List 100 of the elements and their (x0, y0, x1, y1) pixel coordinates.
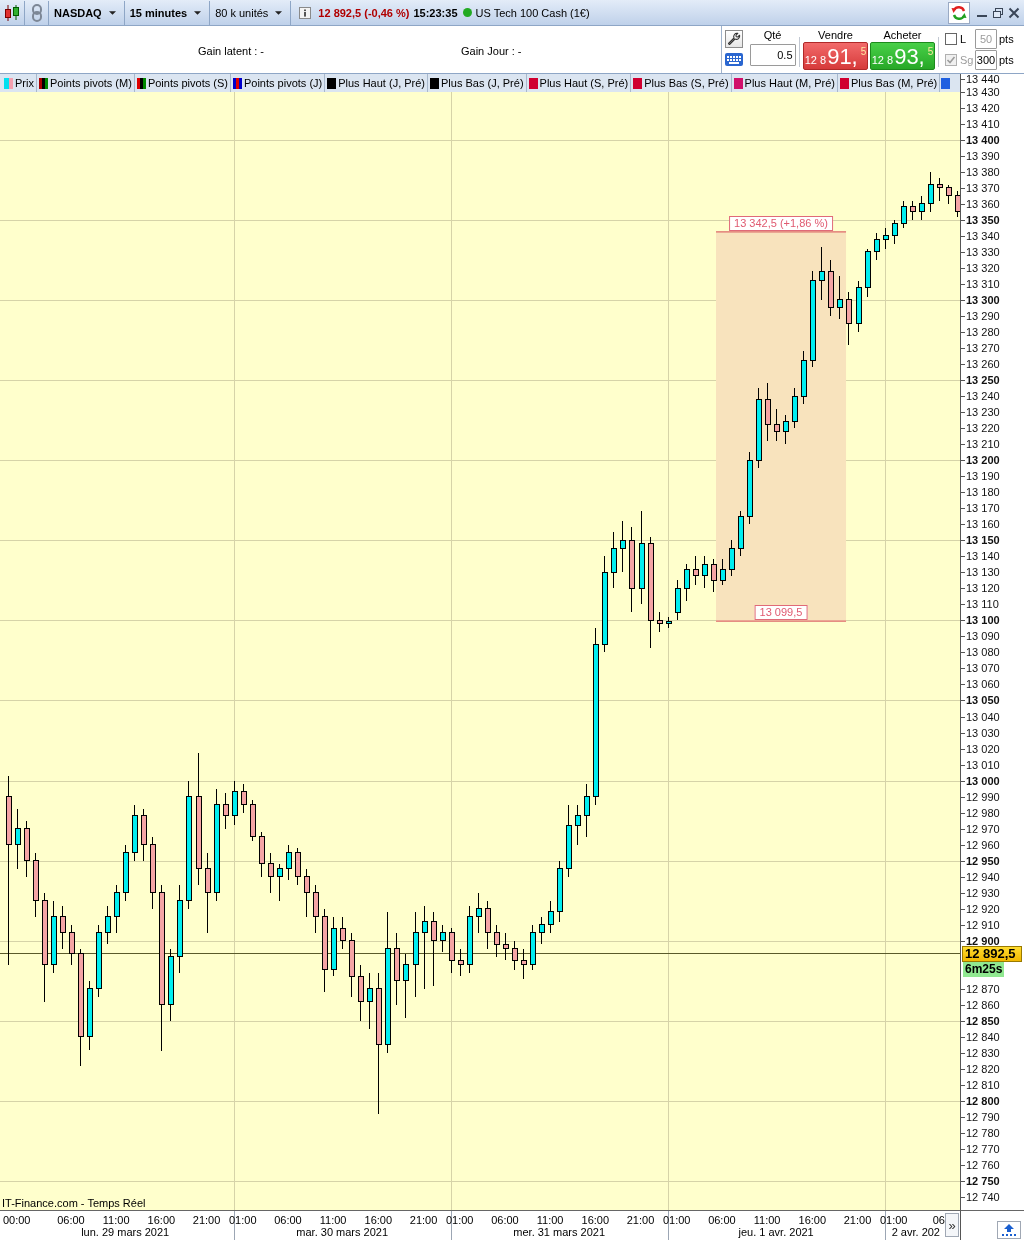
instrument-name: US Tech 100 Cash (1€) (475, 6, 590, 19)
axis-label: 13 240 (961, 391, 1000, 402)
axis-label: 13 030 (961, 727, 1000, 738)
candlestick (466, 905, 473, 974)
axis-label: 13 340 (961, 230, 1000, 241)
axis-label: 12 810 (961, 1080, 1000, 1090)
candlestick-chart-icon[interactable] (3, 3, 21, 22)
quantity-field[interactable]: 0.5 (749, 44, 796, 66)
legend-label[interactable]: Plus Bas (S, Pré) (644, 77, 729, 89)
candlestick (520, 948, 527, 980)
legend-label[interactable]: Plus Haut (J, Pré) (338, 77, 426, 89)
distance-field[interactable]: 300 (975, 50, 997, 70)
exchange-dropdown[interactable]: NASDAQ (52, 0, 121, 25)
axis-label: 12 940 (961, 871, 1000, 882)
settings-button[interactable] (725, 30, 743, 48)
refresh-button[interactable] (948, 1, 970, 24)
legend-label[interactable]: Plus Haut (M, Pré) (744, 77, 836, 89)
timeframe-dropdown[interactable]: 15 minutes (127, 0, 207, 25)
candlestick (32, 852, 39, 918)
candlestick (656, 611, 663, 633)
candlestick (909, 200, 916, 221)
axis-label: 13 140 (961, 551, 1000, 562)
axis-label: 21:00 (192, 1214, 221, 1226)
candlestick (348, 932, 355, 998)
clock-time: 15:23:35 (413, 6, 458, 19)
axis-label: 21:00 (626, 1214, 655, 1226)
axis-label: 13 000 (961, 775, 1000, 786)
unit-label: pts (999, 33, 1014, 45)
axis-label: 11:00 (102, 1214, 130, 1226)
data-source-label: IT-Finance.com - Temps Réel (2, 1197, 146, 1209)
axis-label: 13 230 (961, 407, 1000, 418)
candlestick (855, 280, 862, 333)
candlestick (249, 799, 256, 842)
axis-label: 13 040 (961, 711, 1000, 722)
caret-icon (275, 10, 283, 15)
candlestick (439, 924, 446, 953)
restore-icon[interactable] (992, 6, 1004, 19)
candlestick (276, 863, 283, 902)
axis-label: 12 770 (961, 1144, 1000, 1155)
candlestick (728, 539, 735, 576)
axis-label: 13 320 (961, 262, 1000, 273)
candlestick (782, 414, 789, 445)
candlestick (511, 940, 518, 971)
axis-label: 12 910 (961, 919, 1000, 930)
candlestick (719, 559, 726, 586)
candlestick (14, 808, 21, 870)
axis-label: 13 180 (961, 487, 1000, 498)
axis-label: 13 130 (961, 567, 1000, 578)
candlestick (665, 616, 672, 629)
lot-size-dropdown[interactable]: 80 k unités (213, 0, 288, 25)
jump-to-latest-button[interactable] (997, 1221, 1021, 1239)
price-range-box[interactable] (715, 231, 847, 622)
chain-link-icon[interactable] (32, 3, 42, 22)
axis-label: 16:00 (147, 1214, 176, 1226)
axis-label: 12 930 (961, 887, 1000, 898)
axis-label: 13 160 (961, 519, 1000, 530)
candlestick (303, 868, 310, 918)
candlestick (357, 964, 364, 1022)
candlestick (710, 559, 717, 593)
candlestick (402, 953, 409, 1019)
axis-label: 16:00 (581, 1214, 610, 1226)
axis-label: 11:00 (536, 1214, 564, 1226)
candlestick (864, 248, 871, 298)
axis-label: 12 980 (961, 807, 1000, 818)
axis-label: 01:00 (228, 1214, 257, 1226)
close-icon[interactable] (1008, 6, 1020, 19)
checkbox[interactable] (945, 33, 957, 46)
candlestick (873, 232, 880, 261)
axis-label: 12 760 (961, 1160, 1000, 1171)
legend-label[interactable]: Points pivots (J) (243, 77, 323, 89)
date-label: jeu. 1 avr. 2021 (738, 1226, 814, 1238)
candlestick (773, 408, 780, 442)
range-price-label: 13 099,5 (754, 605, 808, 621)
candlestick (800, 350, 807, 405)
axis-label: 13 400 (961, 134, 1000, 145)
axis-label: 13 310 (961, 278, 1000, 289)
axis-label: 12 840 (961, 1031, 1000, 1042)
legend-label[interactable]: Plus Haut (S, Pré) (539, 77, 629, 89)
legend-label[interactable]: Plus Bas (M, Pré) (851, 77, 938, 89)
info-icon[interactable] (299, 6, 312, 19)
keyboard-icon[interactable] (725, 53, 743, 66)
candlestick (882, 227, 889, 250)
axis-label: 13 300 (961, 294, 1000, 305)
candlestick (791, 387, 798, 429)
unit-label: pts (999, 54, 1014, 66)
legend-label[interactable]: Points pivots (S) (147, 77, 228, 89)
legend-label[interactable]: Prix (15, 77, 34, 89)
last-price-change: 12 892,5 (-0,46 %) (318, 6, 410, 19)
axis-label: 01:00 (662, 1214, 691, 1226)
axis-label: 01:00 (445, 1214, 474, 1226)
buy-label: Acheter (883, 29, 922, 42)
candlestick (86, 980, 93, 1051)
scroll-button[interactable]: » (945, 1213, 959, 1237)
legend-label[interactable]: Points pivots (M) (49, 77, 132, 89)
legend-label[interactable]: Plus Bas (J, Pré) (441, 77, 524, 89)
candlestick (68, 924, 75, 966)
axis-label: 13 150 (961, 535, 1000, 546)
axis-label: 12 780 (961, 1128, 1000, 1139)
axis-label: 13 170 (961, 503, 1000, 514)
candlestick (23, 820, 30, 878)
